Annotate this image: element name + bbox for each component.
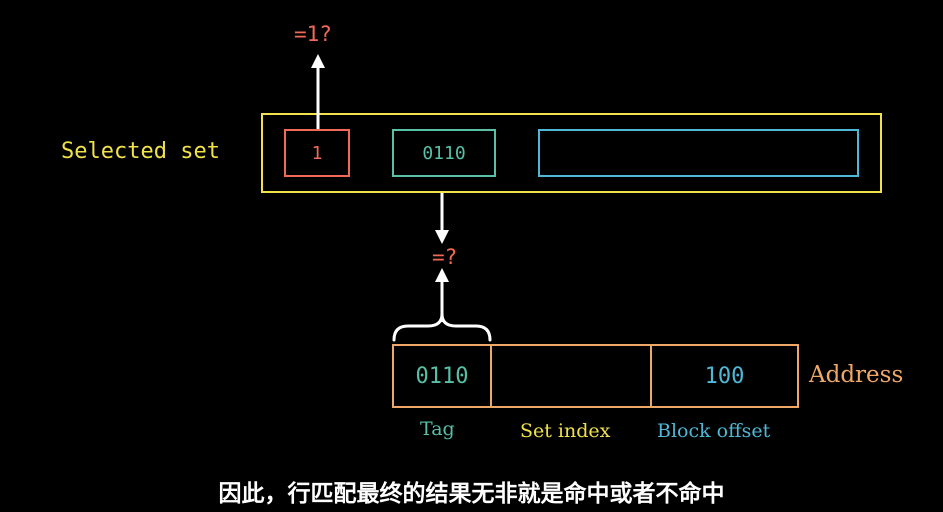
address-tag-value: 0110 [415, 363, 469, 389]
address-tag-field: 0110 [392, 344, 492, 408]
valid-check-label: =1? [294, 22, 332, 46]
block-offset-field-label: Block offset [657, 420, 771, 442]
tag-check-label: =? [432, 245, 458, 269]
address-set-index-field [490, 344, 652, 408]
set-index-field-label: Set index [520, 420, 611, 442]
valid-bit-box: 1 [284, 129, 350, 177]
set-tag-value: 0110 [422, 142, 466, 164]
tag-down-arrow [435, 193, 449, 244]
tag-field-label: Tag [420, 418, 455, 440]
tag-up-arrow [435, 268, 449, 322]
diagram-connectors [311, 54, 492, 342]
tag-brace [392, 312, 492, 342]
address-label: Address [809, 362, 904, 388]
set-block-box [538, 129, 859, 177]
address-block-offset-value: 100 [704, 363, 745, 389]
subtitle-caption: 因此，行匹配最终的结果无非就是命中或者不命中 [218, 481, 725, 507]
selected-set-label: Selected set [61, 139, 220, 164]
valid-bit-value: 1 [311, 142, 323, 164]
set-tag-box: 0110 [392, 129, 496, 177]
address-block-offset-field: 100 [650, 344, 799, 408]
